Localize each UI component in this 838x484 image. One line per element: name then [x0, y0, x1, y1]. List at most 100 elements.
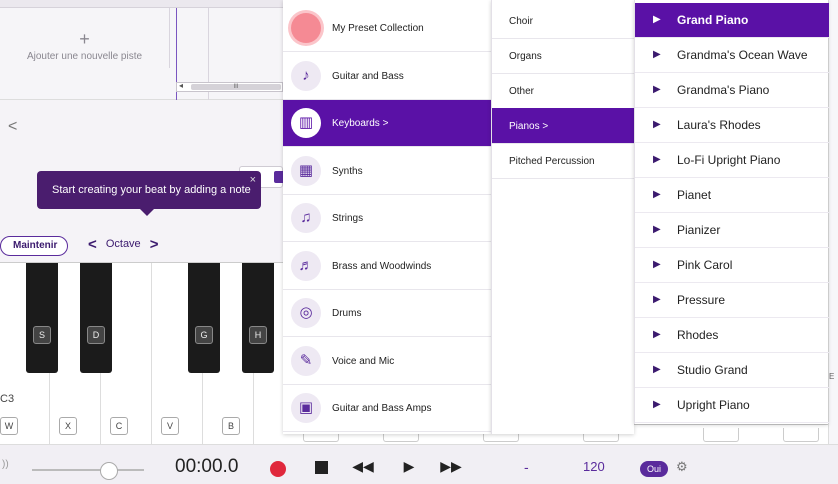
octave-up-button[interactable]: >: [150, 236, 159, 253]
category-item[interactable]: ♬ Brass and Woodwinds: [283, 243, 491, 290]
play-preview-icon[interactable]: ▶: [653, 224, 661, 235]
preset-label: Pink Carol: [677, 258, 733, 272]
play-preview-icon[interactable]: ▶: [653, 399, 661, 410]
play-preview-icon[interactable]: ▶: [653, 154, 661, 165]
play-preview-icon[interactable]: ▶: [653, 329, 661, 340]
synth-icon: ▦: [291, 155, 321, 186]
piano-keyboard: W X C V B S D G H: [0, 262, 283, 445]
preset-item[interactable]: ▶ Grandma's Piano: [635, 73, 829, 108]
category-item[interactable]: ▣ Guitar and Bass Amps: [283, 385, 491, 432]
gear-icon[interactable]: ⚙: [676, 459, 688, 475]
trumpet-icon: ♬: [291, 250, 321, 281]
preset-label: Laura's Rhodes: [677, 118, 761, 132]
key-label: D: [87, 326, 105, 344]
play-preview-icon[interactable]: ▶: [653, 189, 661, 200]
category-label: Voice and Mic: [332, 355, 395, 367]
close-icon[interactable]: ×: [250, 174, 256, 186]
key-label: W: [0, 417, 18, 435]
preset-label: Pianizer: [677, 223, 721, 237]
subcategory-item[interactable]: Pianos >: [492, 108, 635, 144]
key-label: C: [110, 417, 128, 435]
transport-bar: )) 00:00.0 ◀◀ ▶ ▶▶ - 120 Oui ⚙: [0, 444, 838, 484]
key-label: H: [249, 326, 267, 344]
preset-item[interactable]: ▶ Pink Carol: [635, 248, 829, 283]
violin-icon: ♫: [291, 203, 321, 233]
microphone-icon: ✎: [291, 345, 321, 376]
category-item[interactable]: ✎ Voice and Mic: [283, 338, 491, 385]
preset-label: Grandma's Piano: [677, 83, 770, 97]
category-label: Synths: [332, 165, 363, 177]
preset-item[interactable]: ▶ Laura's Rhodes: [635, 108, 829, 143]
preset-item[interactable]: ▶ Studio Grand: [635, 353, 829, 388]
white-key[interactable]: [783, 428, 819, 442]
play-button[interactable]: ▶: [398, 458, 420, 476]
category-item[interactable]: ◎ Drums: [283, 290, 491, 337]
key-display[interactable]: -: [524, 459, 529, 475]
key-label: G: [195, 326, 213, 344]
time-display: 00:00.0: [175, 456, 239, 477]
subcategory-item[interactable]: Choir: [492, 3, 635, 39]
octave-marker: C3: [0, 393, 15, 405]
play-preview-icon[interactable]: ▶: [653, 119, 661, 130]
black-key[interactable]: S: [26, 263, 58, 373]
preset-item[interactable]: ▶ Pressure: [635, 283, 829, 318]
category-item[interactable]: ▦ Synths: [283, 148, 491, 195]
scrollbar-thumb[interactable]: III: [191, 84, 281, 90]
fast-forward-button[interactable]: ▶▶: [440, 458, 462, 476]
play-preview-icon[interactable]: ▶: [653, 259, 661, 270]
horizontal-scrollbar[interactable]: ◂ III: [176, 81, 283, 92]
subcategory-item[interactable]: Other: [492, 73, 635, 109]
preset-item[interactable]: ▶ Pianet: [635, 178, 829, 213]
add-track-button[interactable]: + Ajouter une nouvelle piste: [0, 8, 170, 68]
play-preview-icon[interactable]: ▶: [653, 364, 661, 375]
preset-item[interactable]: ▶ Upright Piano: [635, 388, 829, 423]
category-label: Brass and Woodwinds: [332, 260, 432, 272]
category-label: Guitar and Bass: [332, 70, 404, 82]
preset-item[interactable]: ▶ Grand Piano: [635, 3, 829, 38]
back-chevron-icon[interactable]: <: [8, 118, 17, 136]
preset-collection-icon: ●: [291, 13, 321, 43]
tempo-display[interactable]: 120: [583, 459, 605, 474]
category-label: Drums: [332, 308, 362, 319]
amp-icon: ▣: [291, 393, 321, 423]
preset-item[interactable]: ▶ Pianizer: [635, 213, 829, 248]
drum-icon: ◎: [291, 298, 321, 328]
play-preview-icon[interactable]: ▶: [653, 14, 661, 25]
sustain-button[interactable]: Maintenir: [0, 236, 68, 256]
stop-button[interactable]: [315, 461, 328, 474]
preset-label: Studio Grand: [677, 363, 748, 377]
play-preview-icon[interactable]: ▶: [653, 49, 661, 60]
black-key[interactable]: G: [188, 263, 220, 373]
preset-item[interactable]: ▶ Lo-Fi Upright Piano: [635, 143, 829, 178]
preset-label: Pianet: [677, 188, 712, 202]
category-item[interactable]: ♫ Strings: [283, 195, 491, 242]
category-item[interactable]: ▥ Keyboards >: [283, 100, 491, 147]
black-key[interactable]: D: [80, 263, 112, 373]
subcategory-item[interactable]: Pitched Percussion: [492, 143, 635, 179]
key-label: V: [161, 417, 179, 435]
instrument-subcategory-menu: Choir Organs Other Pianos > Pitched Percussi…: [491, 0, 635, 434]
rewind-button[interactable]: ◀◀: [352, 458, 374, 476]
preset-label: Lo-Fi Upright Piano: [677, 153, 781, 167]
volume-slider-knob[interactable]: [100, 462, 118, 480]
record-button[interactable]: [270, 461, 286, 477]
subcategory-item[interactable]: Organs: [492, 38, 635, 74]
volume-slider[interactable]: [32, 469, 144, 471]
preset-item[interactable]: ▶ Rhodes: [635, 318, 829, 353]
plus-icon: +: [79, 29, 90, 49]
guitar-icon: ♪: [291, 60, 321, 91]
black-key[interactable]: H: [242, 263, 274, 373]
tooltip-tail: [140, 209, 154, 216]
preset-item[interactable]: ▶ Grandma's Ocean Wave: [635, 38, 829, 73]
preset-label: Upright Piano: [677, 398, 750, 412]
metronome-toggle[interactable]: Oui: [640, 461, 668, 477]
category-item[interactable]: ● My Preset Collection: [283, 5, 491, 52]
play-preview-icon[interactable]: ▶: [653, 84, 661, 95]
category-item[interactable]: ♪ Guitar and Bass: [283, 53, 491, 100]
scroll-left-icon[interactable]: ◂: [179, 81, 183, 90]
white-key[interactable]: [703, 428, 739, 442]
category-label: Strings: [332, 213, 364, 224]
tooltip-text: Start creating your beat by adding a not…: [52, 184, 251, 196]
play-preview-icon[interactable]: ▶: [653, 294, 661, 305]
octave-down-button[interactable]: <: [88, 236, 97, 253]
